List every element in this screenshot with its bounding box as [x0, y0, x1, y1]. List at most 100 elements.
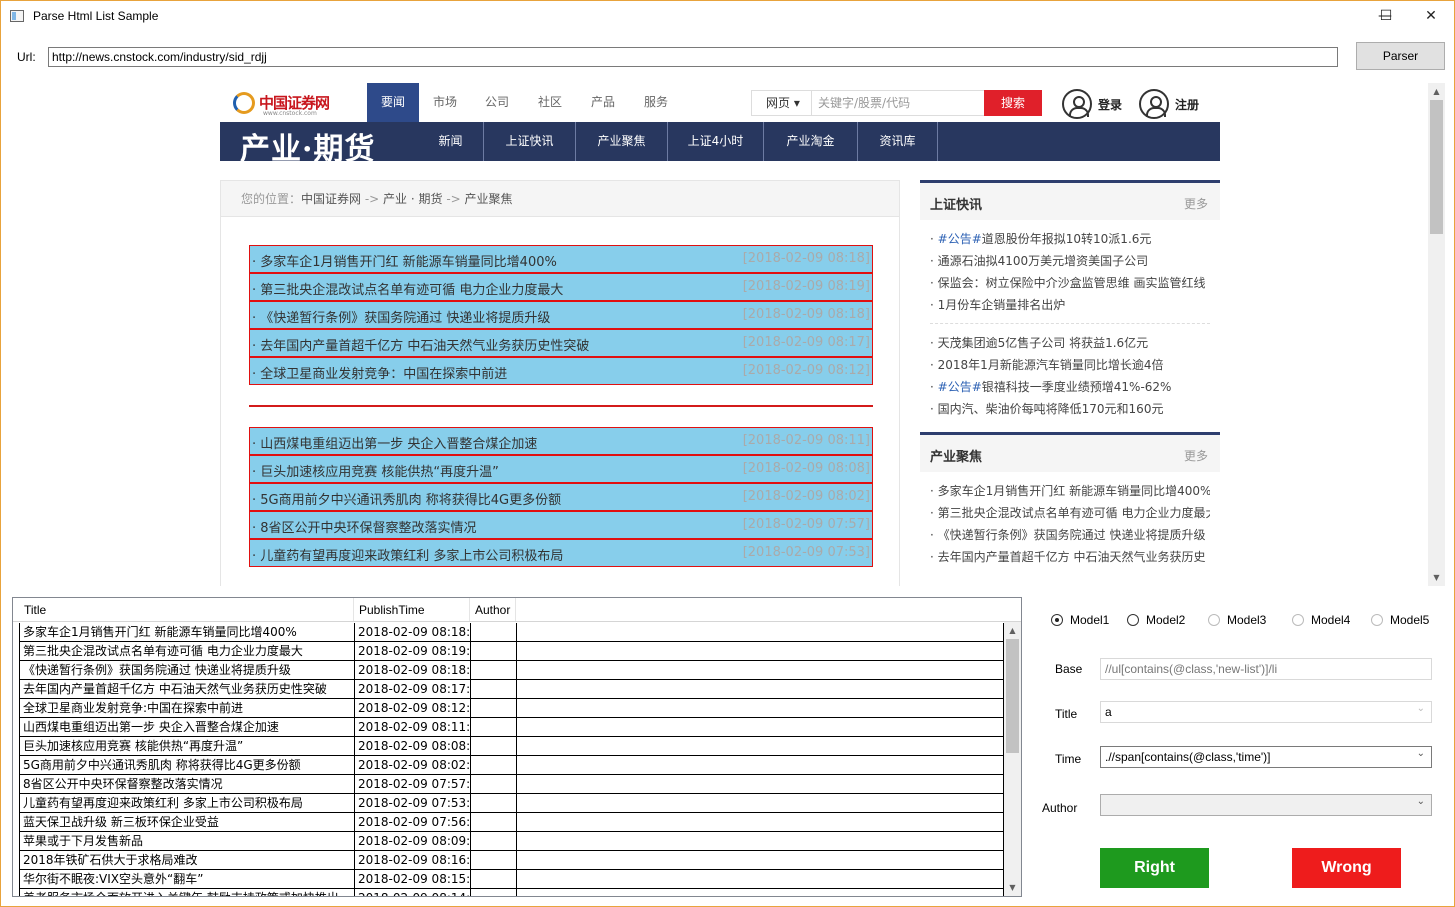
nav-tab-company[interactable]: 公司 [471, 83, 523, 122]
cell-publishtime[interactable]: 2018-02-09 08:16:00 [354, 851, 470, 870]
nav-tab-service[interactable]: 服务 [630, 83, 682, 122]
news-list-item[interactable]: · 巨头加速核应用竞赛 核能供热“再度升温” [2018-02-09 08:08] [249, 455, 873, 483]
cell-title[interactable]: 苹果或于下月发售新品 [19, 832, 354, 851]
wrong-button[interactable]: Wrong [1292, 848, 1401, 888]
side-list-item[interactable]: · 保监会：树立保险中介沙盒监管思维 画实监管红线 [930, 272, 1210, 294]
news-title[interactable]: · 第三批央企混改试点名单有迹可循 电力企业力度最大 [252, 279, 563, 298]
nav-tab-product[interactable]: 产品 [577, 83, 629, 122]
base-input[interactable]: //ul[contains(@class,'new-list')]/li [1100, 658, 1432, 680]
column-header-title[interactable]: Title [19, 598, 354, 621]
close-icon[interactable]: ✕ [1408, 1, 1454, 31]
news-title[interactable]: · 多家车企1月销售开门红 新能源车销量同比增400% [252, 251, 557, 270]
cell-publishtime[interactable]: 2018-02-09 07:57:00 [354, 775, 470, 794]
banner-tab[interactable]: 产业聚焦 [576, 122, 668, 161]
side-list-item[interactable]: · #公告#银禧科技一季度业绩预增41%-62% [930, 376, 1210, 398]
news-title[interactable]: · 8省区公开中央环保督察整改落实情况 [252, 517, 477, 536]
cell-title[interactable]: 去年国内产量首超千亿方 中石油天然气业务获历史性突破 [19, 680, 354, 699]
cell-publishtime[interactable]: 2018-02-09 08:09:00 [354, 832, 470, 851]
search-scope-select[interactable]: 网页 ▾ [752, 91, 812, 115]
cell-author[interactable] [470, 756, 516, 775]
news-title[interactable]: · 巨头加速核应用竞赛 核能供热“再度升温” [252, 461, 499, 480]
cell-filler[interactable] [516, 870, 1004, 889]
cell-title[interactable]: 儿童药有望再度迎来政策红利 多家上市公司积极布局 [19, 794, 354, 813]
breadcrumb-item[interactable]: 产业 · 期货 [383, 192, 442, 206]
cell-publishtime[interactable]: 2018-02-09 07:56:00 [354, 813, 470, 832]
side-list-item[interactable]: · 多家车企1月销售开门红 新能源车销量同比增400% [930, 480, 1210, 502]
table-row[interactable]: 多家车企1月销售开门红 新能源车销量同比增400% 2018-02-09 08:1… [19, 623, 1004, 642]
table-row[interactable]: 华尔街不眠夜:VIX空头意外“翻车”2018-02-09 08:15:00 [19, 870, 1004, 889]
scroll-thumb[interactable] [1430, 100, 1443, 234]
cell-filler[interactable] [516, 623, 1004, 642]
news-title[interactable]: · 全球卫星商业发射竞争：中国在探索中前进 [252, 363, 507, 382]
table-row[interactable]: 养老服务市场全面放开进入关键年 鼓励支持政策或加快推出2018-02-09 08… [19, 889, 1004, 896]
cell-author[interactable] [470, 889, 516, 896]
cell-publishtime[interactable]: 2018-02-09 08:17:00 [354, 680, 470, 699]
cell-author[interactable] [470, 851, 516, 870]
news-title[interactable]: · 山西煤电重组迈出第一步 央企入晋整合煤企加速 [252, 433, 537, 452]
cell-title[interactable]: 5G商用前夕中兴通讯秀肌肉 称将获得比4G更多份额 [19, 756, 354, 775]
table-row[interactable]: 5G商用前夕中兴通讯秀肌肉 称将获得比4G更多份额 2018-02-09 08:0… [19, 756, 1004, 775]
cell-title[interactable]: 巨头加速核应用竞赛 核能供热“再度升温” [19, 737, 354, 756]
search-input[interactable]: 关键字/股票/代码 [818, 91, 910, 115]
nav-tab-community[interactable]: 社区 [524, 83, 576, 122]
cell-filler[interactable] [516, 699, 1004, 718]
news-title[interactable]: · 儿童药有望再度迎来政策红利 多家上市公司积极布局 [252, 545, 563, 564]
news-title[interactable]: · 《快递暂行条例》获国务院通过 快递业将提质升级 [252, 307, 550, 326]
cell-filler[interactable] [516, 794, 1004, 813]
cell-author[interactable] [470, 775, 516, 794]
table-row[interactable]: 巨头加速核应用竞赛 核能供热“再度升温”2018-02-09 08:08:00 [19, 737, 1004, 756]
cell-title[interactable]: 多家车企1月销售开门红 新能源车销量同比增400% [19, 623, 354, 642]
maximize-icon[interactable]: ☐ [1363, 1, 1409, 31]
cell-filler[interactable] [516, 832, 1004, 851]
cell-author[interactable] [470, 699, 516, 718]
web-browser[interactable]: 中国证券网 www.cnstock.com 要闻 市场 公司 社区 产品 服务 … [12, 83, 1445, 586]
column-header-publishtime[interactable]: PublishTime [354, 598, 470, 621]
breadcrumb-item[interactable]: 中国证券网 [301, 192, 361, 206]
cell-publishtime[interactable]: 2018-02-09 08:15:00 [354, 870, 470, 889]
cell-title[interactable]: 山西煤电重组迈出第一步 央企入晋整合煤企加速 [19, 718, 354, 737]
cell-filler[interactable] [516, 737, 1004, 756]
cell-filler[interactable] [516, 851, 1004, 870]
scroll-down-icon[interactable]: ▼ [1428, 569, 1445, 586]
cell-title[interactable]: 2018年铁矿石供大于求格局难改 [19, 851, 354, 870]
parser-button[interactable]: Parser [1356, 42, 1445, 70]
table-row[interactable]: 8省区公开中央环保督察整改落实情况2018-02-09 07:57:00 [19, 775, 1004, 794]
side-list-item[interactable]: · 天茂集团逾5亿售子公司 将获益1.6亿元 [930, 332, 1210, 354]
breadcrumb-item[interactable]: 产业聚焦 [465, 192, 513, 206]
banner-tab[interactable]: 资讯库 [858, 122, 938, 161]
news-list-item[interactable]: · 儿童药有望再度迎来政策红利 多家上市公司积极布局 [2018-02-09 07… [249, 539, 873, 567]
table-row[interactable]: 《快递暂行条例》获国务院通过 快递业将提质升级 2018-02-09 08:18:… [19, 661, 1004, 680]
cell-title[interactable]: 全球卫星商业发射竞争:中国在探索中前进 [19, 699, 354, 718]
cell-author[interactable] [470, 623, 516, 642]
column-header-author[interactable]: Author [470, 598, 516, 621]
cell-author[interactable] [470, 832, 516, 851]
news-list-item[interactable]: · 第三批央企混改试点名单有迹可循 电力企业力度最大 [2018-02-09 08… [249, 273, 873, 301]
cell-publishtime[interactable]: 2018-02-09 08:18:00 [354, 661, 470, 680]
side-list-item[interactable]: · 《快递暂行条例》获国务院通过 快递业将提质升级 [930, 524, 1210, 546]
cell-filler[interactable] [516, 775, 1004, 794]
cell-author[interactable] [470, 794, 516, 813]
chevron-down-icon[interactable]: ⌄ [1417, 748, 1425, 759]
side-list-item[interactable]: · 1月份车企销量排名出炉 [930, 294, 1210, 316]
cell-author[interactable] [470, 642, 516, 661]
table-row[interactable]: 儿童药有望再度迎来政策红利 多家上市公司积极布局 2018-02-09 07:53… [19, 794, 1004, 813]
cell-publishtime[interactable]: 2018-02-09 08:18:00 [354, 623, 470, 642]
news-title[interactable]: · 5G商用前夕中兴通讯秀肌肉 称将获得比4G更多份额 [252, 489, 561, 508]
side-list-item[interactable]: · #公告#道恩股份年报拟10转10派1.6元 [930, 228, 1210, 250]
cell-publishtime[interactable]: 2018-02-09 08:02:00 [354, 756, 470, 775]
table-row[interactable]: 山西煤电重组迈出第一步 央企入晋整合煤企加速2018-02-09 08:11:0… [19, 718, 1004, 737]
cell-publishtime[interactable]: 2018-02-09 07:53:00 [354, 794, 470, 813]
chevron-down-icon[interactable]: ⌄ [1417, 796, 1425, 807]
table-row[interactable]: 第三批央企混改试点名单有迹可循 电力企业力度最大 2018-02-09 08:19… [19, 642, 1004, 661]
cell-author[interactable] [470, 661, 516, 680]
cell-author[interactable] [470, 718, 516, 737]
title-combo[interactable]: a ⌄ [1100, 701, 1432, 723]
news-title[interactable]: · 去年国内产量首超千亿方 中石油天然气业务获历史性突破 [252, 335, 589, 354]
cell-title[interactable]: 《快递暂行条例》获国务院通过 快递业将提质升级 [19, 661, 354, 680]
news-list-item[interactable]: · 5G商用前夕中兴通讯秀肌肉 称将获得比4G更多份额 [2018-02-09 0… [249, 483, 873, 511]
cell-title[interactable]: 8省区公开中央环保督察整改落实情况 [19, 775, 354, 794]
banner-tab[interactable]: 产业淘金 [764, 122, 858, 161]
banner-tab[interactable]: 新闻 [418, 122, 484, 161]
table-row[interactable]: 蓝天保卫战升级 新三板环保企业受益2018-02-09 07:56:00 [19, 813, 1004, 832]
cell-publishtime[interactable]: 2018-02-09 08:14:00 [354, 889, 470, 896]
